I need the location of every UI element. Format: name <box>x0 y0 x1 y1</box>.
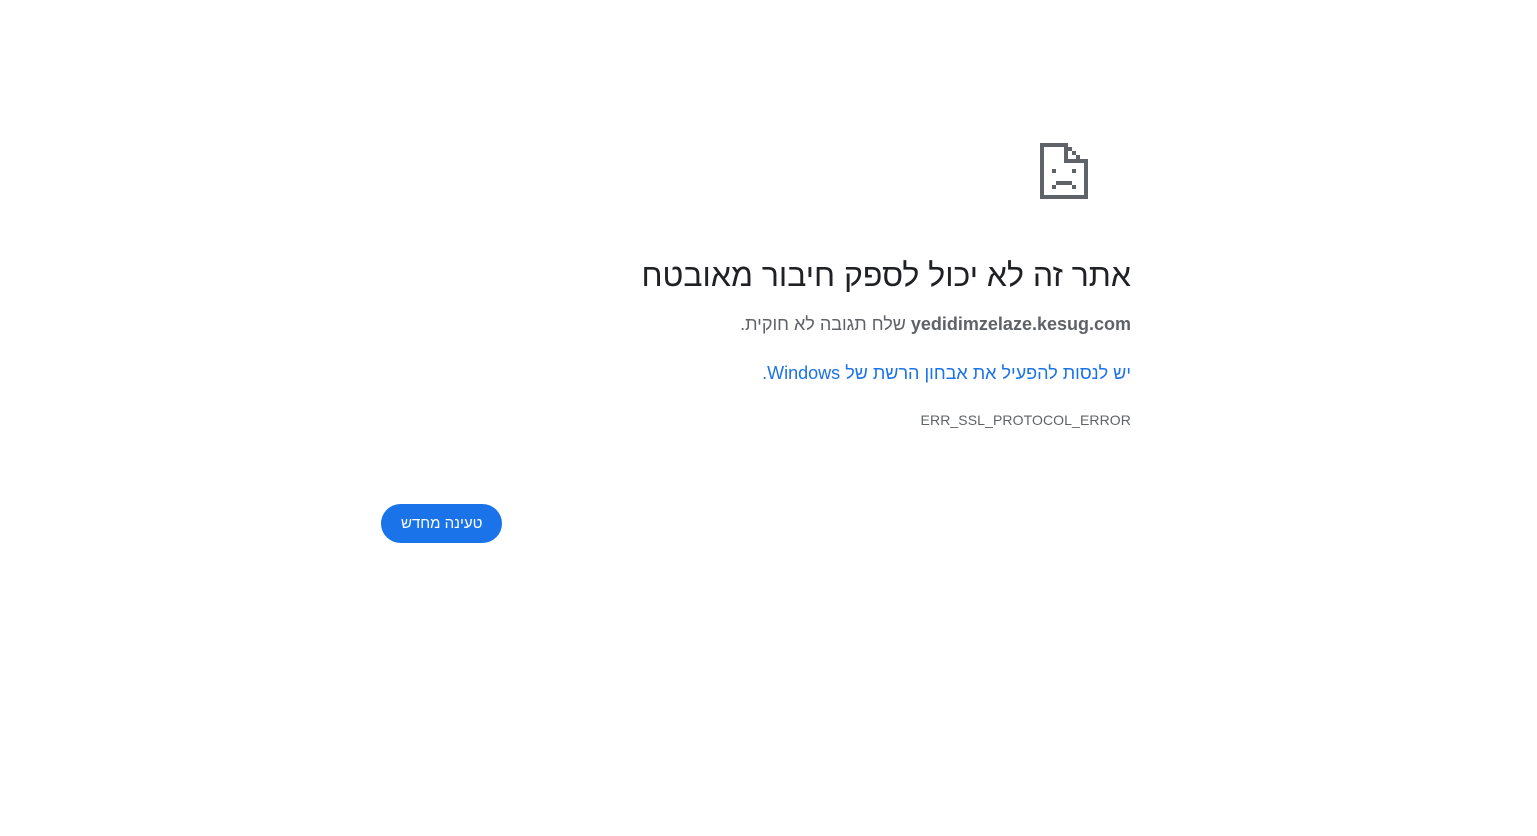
error-description-text: שלח תגובה לא חוקית. <box>740 314 911 334</box>
site-hostname: yedidimzelaze.kesug.com <box>910 314 1131 334</box>
error-code: ERR_SSL_PROTOCOL_ERROR <box>920 412 1131 428</box>
reload-button[interactable]: טעינה מחדש <box>381 504 503 543</box>
network-diagnostics-link[interactable]: יש לנסות להפעיל את אבחון הרשת של Windows… <box>762 361 1131 385</box>
error-content: אתר זה לא יכול לספק חיבור מאובטח yedidim… <box>571 252 1131 430</box>
sad-page-icon <box>1040 143 1088 199</box>
error-code-row: ERR_SSL_PROTOCOL_ERROR <box>571 410 1131 430</box>
error-description: yedidimzelaze.kesug.com שלח תגובה לא חוק… <box>571 312 1131 336</box>
page-title: אתר זה לא יכול לספק חיבור מאובטח <box>641 257 1131 293</box>
